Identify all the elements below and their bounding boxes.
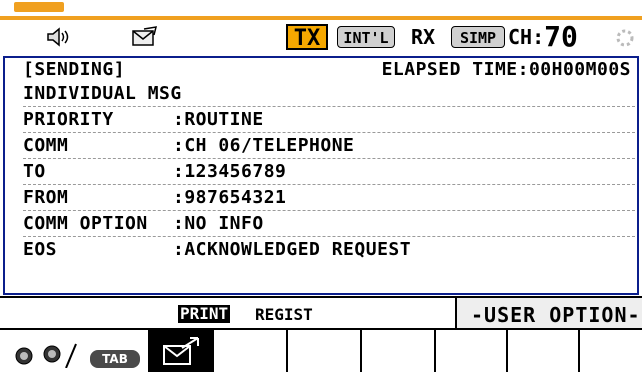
function-key[interactable] <box>362 330 436 372</box>
field-value: :NO INFO <box>173 213 264 234</box>
dsc-message-key[interactable] <box>148 330 214 372</box>
softkey-bar: PRINT REGIST -USER OPTION- <box>0 296 642 330</box>
field-row: EOS :ACKNOWLEDGED REQUEST <box>23 238 635 262</box>
field-label: EOS <box>23 239 58 260</box>
tab-button[interactable]: TAB <box>90 350 140 368</box>
busy-spinner-icon <box>615 28 635 52</box>
channel-label: CH: <box>508 25 545 49</box>
function-key[interactable] <box>508 330 580 372</box>
channel-display: CH:70 <box>508 23 608 51</box>
message-title-text: INDIVIDUAL MSG <box>23 83 182 104</box>
simp-indicator: SIMP <box>451 26 505 48</box>
top-strip <box>0 0 642 20</box>
sending-status: [SENDING] <box>23 59 126 80</box>
field-label: FROM <box>23 187 69 208</box>
user-option-label: -USER OPTION- <box>471 303 641 327</box>
function-key[interactable] <box>580 330 642 372</box>
function-key[interactable] <box>288 330 362 372</box>
field-row: COMM :CH 06/TELEPHONE <box>23 134 635 159</box>
user-option-tab[interactable]: -USER OPTION- <box>455 298 642 330</box>
field-row: FROM :987654321 <box>23 186 635 211</box>
function-key[interactable] <box>214 330 288 372</box>
field-row: COMM OPTION :NO INFO <box>23 212 635 237</box>
speaker-icon <box>45 26 71 52</box>
channel-number: 70 <box>544 20 578 53</box>
rx-indicator: RX <box>410 25 436 49</box>
intl-indicator: INT'L <box>337 26 395 48</box>
message-panel: [SENDING] ELAPSED TIME:00H00M00S INDIVID… <box>3 56 639 295</box>
regist-softkey[interactable]: REGIST <box>255 305 313 324</box>
field-label: PRIORITY <box>23 109 114 130</box>
tx-indicator: TX <box>286 24 328 51</box>
elapsed-time: ELAPSED TIME:00H00M00S <box>381 59 631 80</box>
sending-row: [SENDING] ELAPSED TIME:00H00M00S <box>23 58 635 82</box>
print-softkey[interactable]: PRINT <box>178 305 231 323</box>
function-key[interactable] <box>436 330 508 372</box>
dsc-screen: TX INT'L RX SIMP CH:70 [SENDING] ELAPSED… <box>0 0 642 372</box>
knob-icon <box>8 340 78 372</box>
field-value: :ROUTINE <box>173 109 264 130</box>
function-key-row: TAB <box>0 328 642 372</box>
field-label: TO <box>23 161 46 182</box>
send-envelope-icon <box>162 336 202 372</box>
field-label: COMM <box>23 135 69 156</box>
message-title: INDIVIDUAL MSG <box>23 82 635 107</box>
envelope-icon <box>130 26 158 52</box>
status-bar: TX INT'L RX SIMP CH:70 <box>0 20 642 56</box>
indicator-dots <box>14 2 64 12</box>
field-row: TO :123456789 <box>23 160 635 185</box>
field-row: PRIORITY :ROUTINE <box>23 108 635 133</box>
field-label: COMM OPTION <box>23 213 148 234</box>
field-value: :987654321 <box>173 187 287 208</box>
field-value: :CH 06/TELEPHONE <box>173 135 355 156</box>
field-value: :ACKNOWLEDGED REQUEST <box>173 239 412 260</box>
field-value: :123456789 <box>173 161 287 182</box>
